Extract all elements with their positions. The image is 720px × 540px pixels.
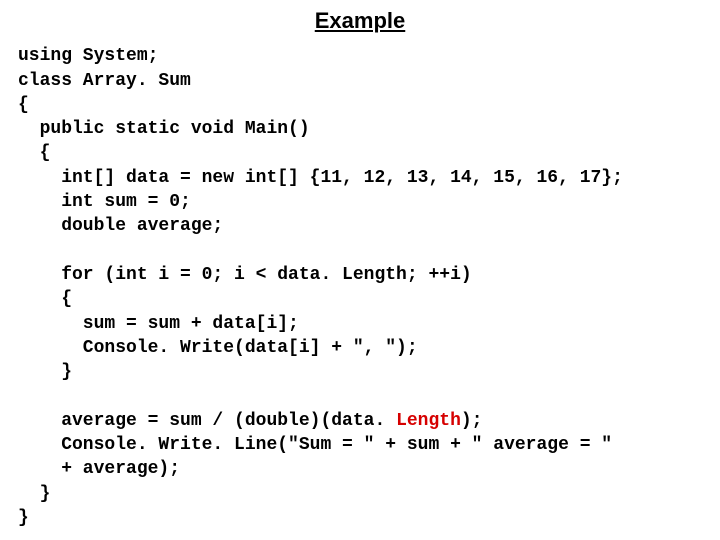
code-line: average = sum / (double)(data. Length); bbox=[18, 411, 482, 431]
code-line: { bbox=[18, 143, 50, 163]
code-line: + average); bbox=[18, 459, 180, 479]
code-line: sum = sum + data[i]; bbox=[18, 314, 299, 334]
code-line: public static void Main() bbox=[18, 119, 310, 139]
code-line: class Array. Sum bbox=[18, 71, 191, 91]
code-line: for (int i = 0; i < data. Length; ++i) bbox=[18, 265, 472, 285]
code-line: using System; bbox=[18, 46, 158, 66]
code-line: int sum = 0; bbox=[18, 192, 191, 212]
code-line: } bbox=[18, 362, 72, 382]
code-line: } bbox=[18, 484, 50, 504]
code-line: { bbox=[18, 95, 29, 115]
code-line: { bbox=[18, 289, 72, 309]
code-line: int[] data = new int[] {11, 12, 13, 14, … bbox=[18, 168, 623, 188]
code-frag: average = sum / (double)(data. bbox=[18, 411, 396, 431]
code-line: double average; bbox=[18, 216, 223, 236]
code-frag: ); bbox=[461, 411, 483, 431]
code-line: Console. Write(data[i] + ", "); bbox=[18, 338, 418, 358]
slide-title: Example bbox=[0, 8, 720, 34]
code-line: Console. Write. Line("Sum = " + sum + " … bbox=[18, 435, 612, 455]
code-block: using System; class Array. Sum { public … bbox=[18, 20, 702, 530]
slide: Example using System; class Array. Sum {… bbox=[0, 0, 720, 540]
code-line: } bbox=[18, 508, 29, 528]
keyword-length: Length bbox=[396, 411, 461, 431]
